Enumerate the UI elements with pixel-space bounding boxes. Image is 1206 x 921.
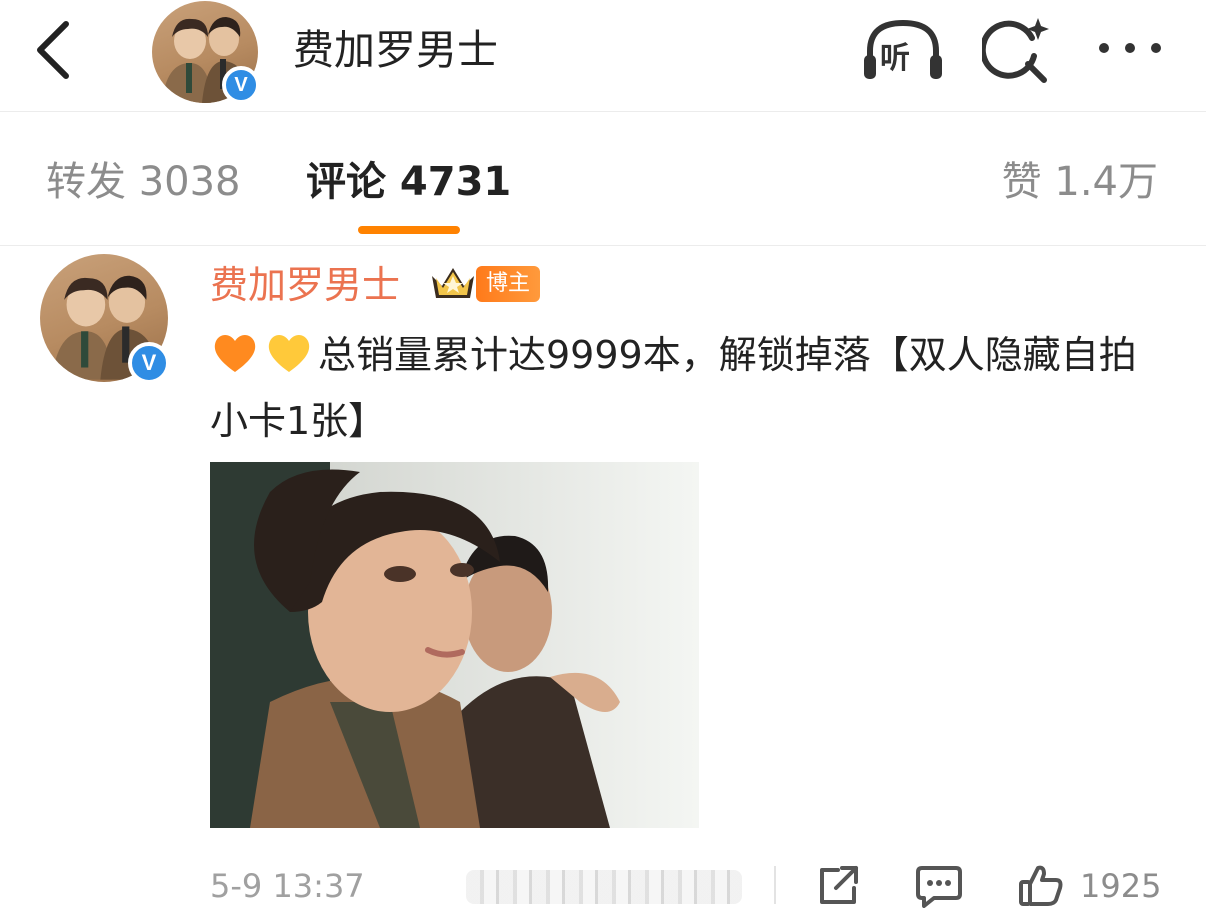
comment-timestamp: 5-9 13:37	[210, 867, 365, 905]
reply-button[interactable]	[916, 864, 962, 908]
tab-comment[interactable]: 评论 4731	[306, 154, 511, 210]
yellow-heart-icon	[268, 335, 310, 372]
tab-bar: 转发 3038 评论 4731 赞 1.4万	[0, 116, 1206, 246]
photo-image	[210, 462, 699, 828]
tab-repost[interactable]: 转发 3038	[46, 154, 241, 210]
chevron-left-icon	[37, 21, 69, 79]
like-count: 1925	[1080, 867, 1162, 905]
blurred-region	[466, 870, 742, 904]
crown-icon	[432, 268, 474, 298]
blogger-badge: 博主	[476, 266, 541, 302]
back-button[interactable]	[30, 18, 80, 82]
orange-heart-icon	[214, 335, 256, 372]
share-icon	[820, 866, 858, 904]
active-tab-indicator	[358, 226, 460, 234]
thumbs-up-icon	[1019, 865, 1063, 906]
verified-badge-icon: V	[128, 342, 170, 384]
divider	[774, 866, 776, 904]
search-icon	[979, 18, 1049, 83]
top-bar: V 费加罗男士 听	[0, 0, 1206, 112]
comment-author[interactable]: 费加罗男士	[210, 260, 400, 310]
comment-body: 总销量累计达9999本，解锁掉落【双人隐藏自拍小卡1张】	[210, 322, 1170, 454]
listen-label: 听	[880, 41, 910, 76]
share-button[interactable]	[816, 864, 860, 908]
tab-like[interactable]: 赞 1.4万	[1002, 154, 1158, 210]
comment-text: 总销量累计达9999本，解锁掉落【双人隐藏自拍小卡1张】	[210, 333, 1137, 443]
more-button[interactable]	[1094, 26, 1166, 70]
comment-icon	[916, 866, 962, 908]
listen-button[interactable]: 听	[862, 17, 944, 81]
like-button[interactable]	[1018, 862, 1064, 908]
search-button[interactable]	[979, 16, 1052, 84]
comment-photo[interactable]	[210, 462, 699, 828]
verified-badge-icon: V	[222, 66, 260, 104]
page-title: 费加罗男士	[293, 26, 498, 74]
more-dots-icon	[1099, 43, 1161, 53]
